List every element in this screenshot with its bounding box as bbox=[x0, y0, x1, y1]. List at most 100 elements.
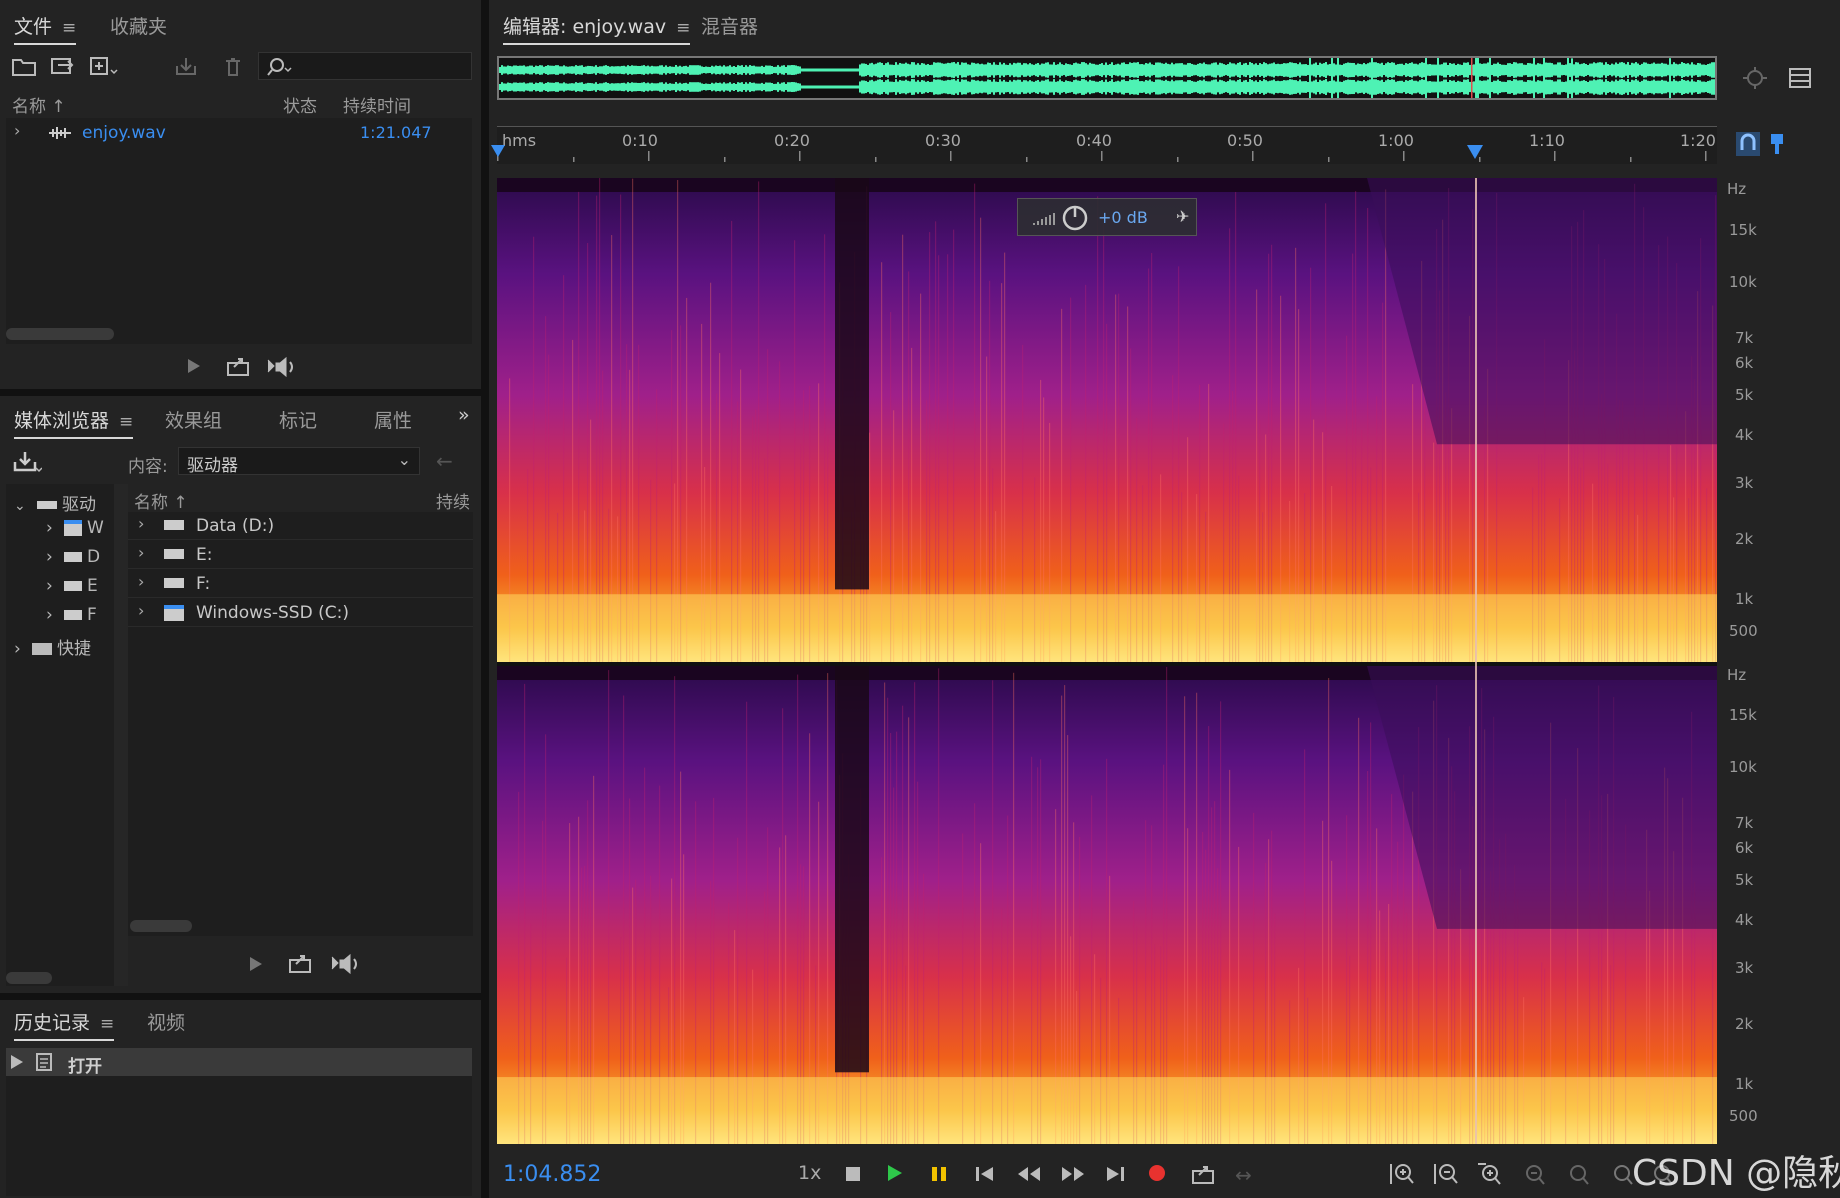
folder-open-icon[interactable] bbox=[12, 56, 36, 79]
play-icon[interactable] bbox=[887, 1164, 903, 1185]
current-time-display[interactable]: 1:04.852 bbox=[503, 1162, 601, 1187]
waveform-sample bbox=[845, 85, 847, 89]
tab-favorites[interactable]: 收藏夹 bbox=[110, 12, 167, 39]
tab-history[interactable]: 历史记录 ≡ bbox=[14, 1008, 115, 1041]
overview-waveform[interactable] bbox=[497, 56, 1717, 101]
waveform-sample bbox=[1227, 81, 1229, 93]
tab-media-browser[interactable]: 媒体浏览器 ≡ bbox=[14, 406, 134, 439]
zoom-full-icon[interactable] bbox=[1565, 1162, 1591, 1189]
column-header-name[interactable]: 名称 ↑ bbox=[12, 92, 66, 117]
chevron-right-icon[interactable]: › bbox=[138, 574, 144, 590]
import-icon[interactable] bbox=[50, 55, 76, 80]
list-item[interactable]: › enjoy.wav 1:21.047 bbox=[6, 118, 472, 146]
zoom-out-time-icon[interactable] bbox=[1521, 1162, 1547, 1189]
time-ruler[interactable]: hms 0:10 0:20 0:30 0:40 0:50 1:00 1:10 1… bbox=[491, 126, 1783, 164]
zoom-fit-icon[interactable] bbox=[1742, 66, 1768, 93]
loop-export-icon[interactable] bbox=[1191, 1163, 1217, 1188]
trash-icon[interactable] bbox=[224, 57, 242, 80]
tree-item-drive-f[interactable]: › F bbox=[46, 605, 97, 625]
skip-selection-icon[interactable]: ↔ bbox=[1235, 1165, 1252, 1185]
playhead-marker-icon[interactable] bbox=[1467, 145, 1483, 159]
content-select[interactable]: 驱动器 ⌄ bbox=[178, 447, 420, 476]
panel-divider[interactable] bbox=[0, 389, 481, 396]
start-marker-icon[interactable] bbox=[491, 145, 505, 157]
back-arrow-icon[interactable]: ← bbox=[436, 451, 453, 471]
gain-value[interactable]: +0 dB bbox=[1098, 208, 1148, 227]
splitter-handle[interactable] bbox=[114, 484, 128, 986]
waveform-sample bbox=[893, 64, 895, 76]
stop-icon[interactable] bbox=[845, 1165, 861, 1185]
history-item[interactable]: 打开 bbox=[6, 1048, 472, 1077]
marker-pin-icon[interactable] bbox=[1769, 132, 1785, 159]
tab-effects-rack[interactable]: 效果组 bbox=[165, 406, 222, 433]
panel-menu-icon[interactable]: ≡ bbox=[119, 412, 133, 432]
spectral-display-icon[interactable] bbox=[1789, 68, 1811, 91]
chevron-right-icon[interactable]: › bbox=[138, 545, 144, 561]
new-file-icon[interactable] bbox=[90, 56, 118, 81]
skip-to-end-icon[interactable] bbox=[1105, 1165, 1125, 1185]
play-icon[interactable] bbox=[186, 357, 202, 378]
tree-item-drive-e[interactable]: › E bbox=[46, 576, 98, 596]
tab-properties[interactable]: 属性 bbox=[374, 406, 412, 433]
tab-mixer[interactable]: 混音器 bbox=[701, 12, 758, 39]
spectrogram-channel-right[interactable] bbox=[497, 666, 1717, 1144]
chevron-right-icon[interactable]: › bbox=[138, 516, 144, 532]
spectrogram-channel-left[interactable] bbox=[497, 178, 1717, 662]
panel-divider[interactable] bbox=[0, 993, 481, 1000]
waveform-sample bbox=[1599, 62, 1601, 78]
chevron-right-icon[interactable]: › bbox=[138, 603, 144, 619]
waveform-sample bbox=[1269, 63, 1271, 77]
tab-editor[interactable]: 编辑器: enjoy.wav ≡ bbox=[503, 12, 691, 45]
chevron-right-icon[interactable]: › bbox=[14, 123, 20, 139]
pin-icon[interactable]: ✈ bbox=[1176, 207, 1189, 226]
waveform-sample bbox=[1357, 80, 1359, 94]
gain-hud[interactable]: +0 dB ✈ bbox=[1017, 198, 1197, 236]
fast-forward-icon[interactable] bbox=[1061, 1165, 1085, 1185]
tab-markers[interactable]: 标记 bbox=[279, 406, 317, 433]
zoom-in-time-icon[interactable] bbox=[1477, 1162, 1503, 1189]
horizontal-scrollbar[interactable] bbox=[130, 920, 192, 932]
vertical-panel-divider[interactable] bbox=[481, 0, 489, 1198]
panel-menu-icon[interactable]: ≡ bbox=[62, 18, 76, 38]
export-icon[interactable] bbox=[226, 355, 252, 380]
tree-item-drive-d[interactable]: › D bbox=[46, 547, 100, 567]
column-header-duration[interactable]: 持续时间 bbox=[343, 92, 411, 117]
snap-icon[interactable] bbox=[1736, 132, 1760, 159]
column-header-duration[interactable]: 持续 bbox=[436, 488, 470, 513]
list-item[interactable]: › E: bbox=[128, 541, 473, 569]
tab-video[interactable]: 视频 bbox=[147, 1008, 185, 1035]
zoom-out-amplitude-icon[interactable] bbox=[1433, 1162, 1459, 1189]
list-item[interactable]: › F: bbox=[128, 570, 473, 598]
rewind-icon[interactable] bbox=[1017, 1165, 1041, 1185]
list-item[interactable]: › Windows-SSD (C:) bbox=[128, 599, 473, 627]
volume-icon[interactable] bbox=[266, 356, 300, 381]
playhead-line[interactable] bbox=[1475, 178, 1477, 1144]
playback-rate[interactable]: 1x bbox=[798, 1164, 821, 1183]
panel-menu-icon[interactable]: ≡ bbox=[100, 1014, 114, 1034]
play-icon[interactable] bbox=[248, 955, 264, 976]
export-icon[interactable] bbox=[288, 952, 314, 977]
list-item[interactable]: › Data (D:) bbox=[128, 512, 473, 540]
waveform-sample bbox=[1091, 80, 1093, 94]
horizontal-scrollbar[interactable] bbox=[6, 328, 114, 340]
tree-item-drives[interactable]: ⌄ 驱动 bbox=[14, 490, 96, 515]
record-icon[interactable] bbox=[1148, 1164, 1166, 1185]
volume-icon[interactable] bbox=[330, 953, 364, 978]
column-header-status[interactable]: 状态 bbox=[283, 92, 317, 117]
search-input[interactable] bbox=[258, 52, 472, 80]
tab-files[interactable]: 文件 ≡ bbox=[14, 12, 77, 45]
horizontal-scrollbar[interactable] bbox=[6, 972, 52, 984]
save-icon[interactable] bbox=[174, 56, 202, 81]
pause-icon[interactable] bbox=[931, 1165, 947, 1185]
zoom-in-amplitude-icon[interactable] bbox=[1389, 1162, 1415, 1189]
more-panels-icon[interactable]: » bbox=[458, 404, 470, 426]
skip-to-start-icon[interactable] bbox=[975, 1165, 995, 1185]
waveform-sample bbox=[757, 83, 759, 91]
tree-item-shortcuts[interactable]: › 快捷 bbox=[14, 634, 91, 659]
gain-knob-icon[interactable] bbox=[1062, 205, 1088, 235]
panel-menu-icon[interactable]: ≡ bbox=[676, 18, 690, 38]
waveform-sample bbox=[949, 80, 951, 94]
tree-item-drive-w[interactable]: › W bbox=[46, 518, 104, 538]
column-header-name[interactable]: 名称 ↑ bbox=[134, 488, 188, 513]
download-icon[interactable] bbox=[12, 450, 43, 477]
